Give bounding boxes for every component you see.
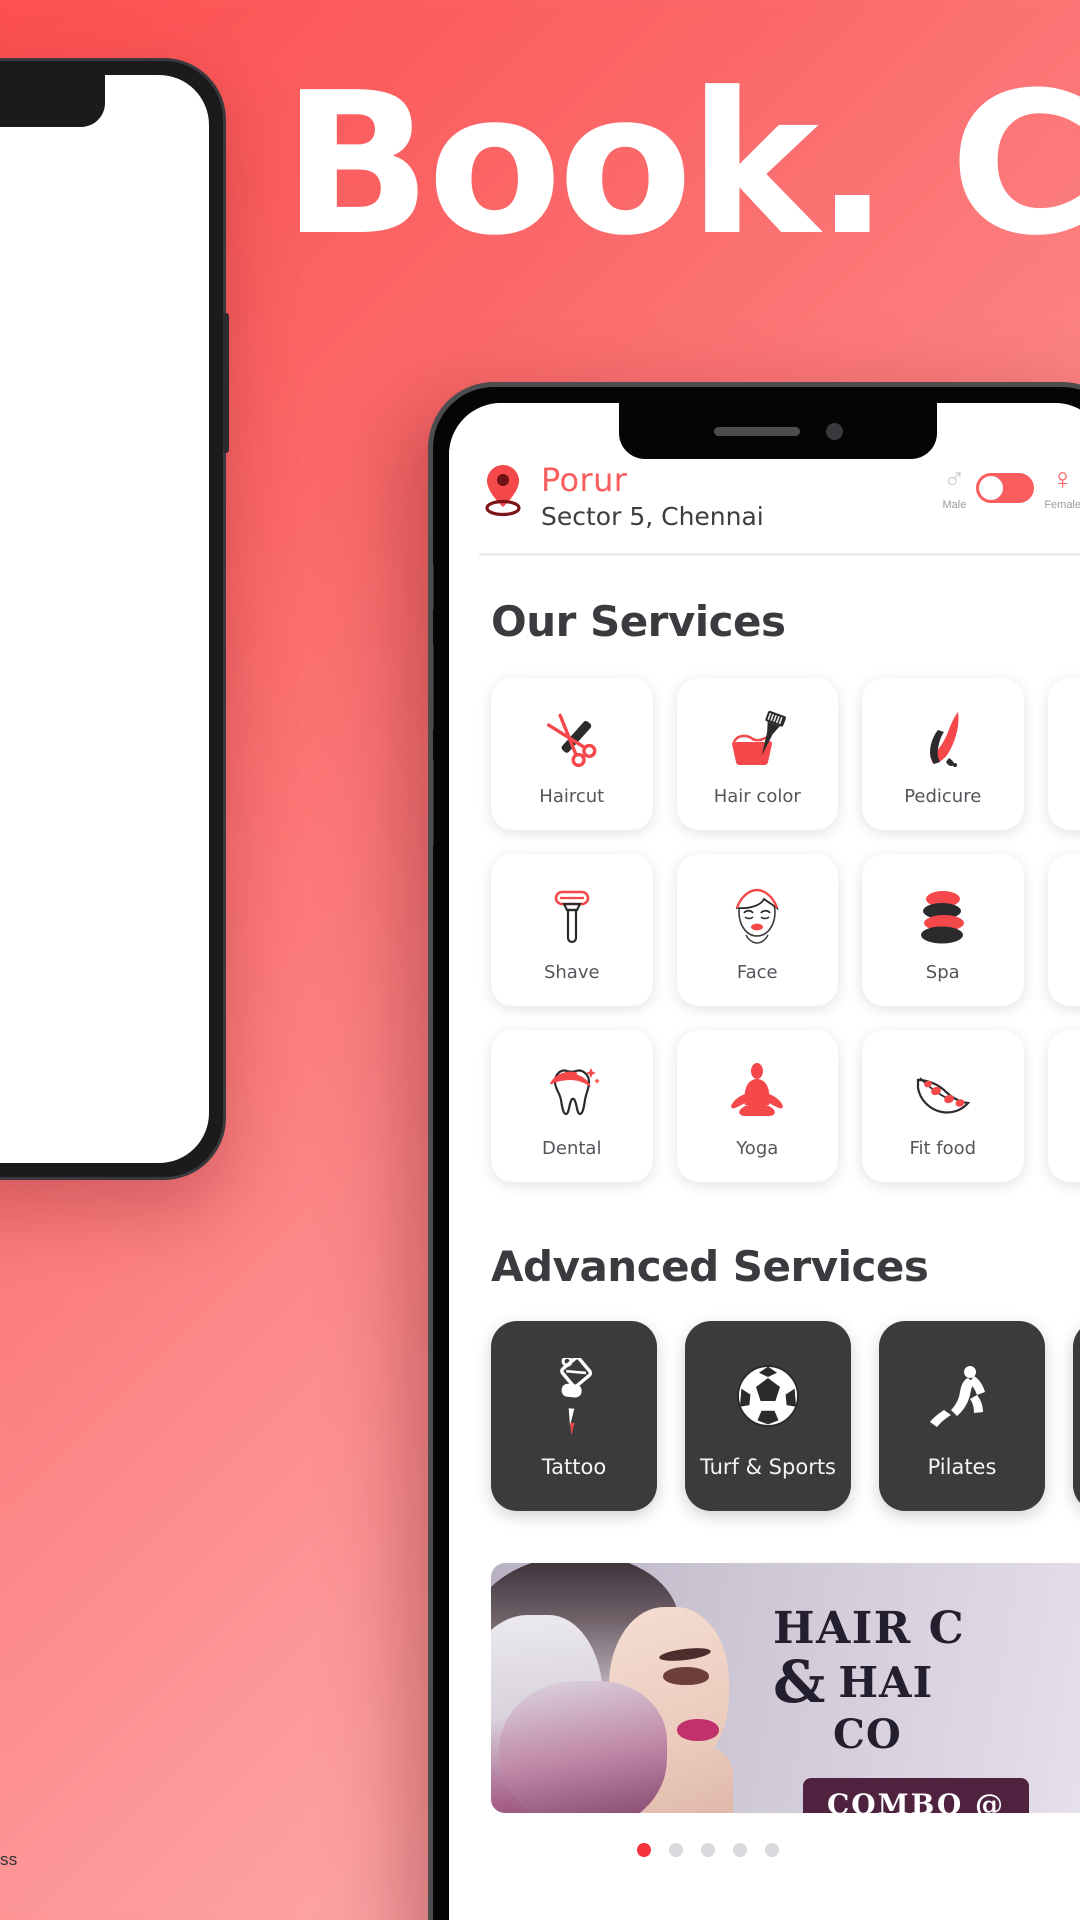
right-phone-notch (619, 403, 937, 459)
left-phone-mockup (0, 58, 229, 1180)
service-label: Hair color (713, 785, 801, 807)
right-phone-mute-switch (433, 563, 434, 611)
app-screen: Porur Sector 5, Chennai ♂ Male ♀ Female (449, 403, 1080, 1920)
service-label: Yoga (736, 1137, 779, 1159)
service-card-shave[interactable]: Shave (491, 854, 653, 1006)
promo-line-1: HAIR C (773, 1603, 966, 1654)
app-content: Our Services Haircut Hair color Pedicure… (449, 559, 1080, 1920)
advanced-card-partial[interactable] (1073, 1321, 1080, 1511)
earpiece-speaker (713, 426, 800, 436)
gender-option-female[interactable]: ♀ Female (1044, 463, 1080, 512)
carousel-dots (449, 1813, 1080, 1857)
advanced-label: Turf & Sports (699, 1455, 837, 1479)
gender-toggle[interactable]: ♂ Male ♀ Female (942, 455, 1080, 512)
service-card-partial-1[interactable] (1047, 678, 1080, 830)
carousel-dot-5[interactable] (765, 1843, 779, 1857)
razor-icon (537, 878, 607, 956)
service-label: Fit food (909, 1137, 977, 1159)
service-card-yoga[interactable]: Yoga (676, 1030, 838, 1182)
promo-banner-image (491, 1563, 761, 1813)
promo-line-2-text: HAI (838, 1658, 934, 1707)
male-symbol-icon: ♂ (943, 463, 966, 496)
promo-line-3: CO (833, 1711, 902, 1758)
left-phone-side-button (223, 313, 229, 453)
service-label: Face (736, 961, 778, 983)
right-phone-volume-down (433, 759, 434, 847)
header-divider (479, 553, 1080, 556)
advanced-card-pilates[interactable]: Pilates (879, 1321, 1045, 1511)
spa-stones-icon (908, 878, 978, 956)
gender-female-label: Female (1044, 499, 1080, 511)
service-label: Spa (925, 961, 960, 983)
location-pin-icon (485, 465, 521, 517)
gender-switch[interactable] (976, 473, 1035, 503)
soccer-ball-icon (730, 1353, 806, 1439)
nail-polish-foot-icon (908, 702, 978, 780)
service-card-haircut[interactable]: Haircut (491, 678, 653, 830)
promo-combo-pill: COMBO @ (803, 1778, 1029, 1813)
promo-ampersand: & (773, 1648, 827, 1717)
right-phone-volume-up (433, 643, 434, 731)
lotus-pose-icon (722, 1054, 792, 1132)
front-camera-icon (825, 422, 843, 440)
gender-switch-knob (979, 476, 1004, 500)
service-card-pedicure[interactable]: Pedicure (862, 678, 1024, 830)
advanced-card-turf-sports[interactable]: Turf & Sports (685, 1321, 851, 1511)
service-card-dental[interactable]: Dental (491, 1030, 653, 1182)
service-card-fit-food[interactable]: Fit food (862, 1030, 1024, 1182)
service-card-partial-2[interactable] (1047, 854, 1080, 1006)
service-label: Dental (542, 1137, 602, 1159)
left-phone-notch (0, 75, 105, 127)
carousel-dot-3[interactable] (701, 1843, 715, 1857)
pilates-figure-icon (924, 1353, 1000, 1439)
tooth-icon (537, 1054, 607, 1132)
advanced-services-title: Advanced Services (491, 1242, 929, 1291)
location-area: Sector 5, Chennai (541, 502, 764, 532)
female-symbol-icon: ♀ (1051, 463, 1074, 496)
service-card-face[interactable]: Face (676, 854, 838, 1006)
woman-face-icon (722, 878, 792, 956)
carousel-dot-4[interactable] (733, 1843, 747, 1857)
tattoo-machine-icon (536, 1353, 612, 1439)
advanced-services-grid: Tattoo Turf & Sports Pilates (449, 1291, 1080, 1511)
service-label: Haircut (539, 785, 605, 807)
advanced-card-tattoo[interactable]: Tattoo (491, 1321, 657, 1511)
left-phone-partial-text: ss (0, 1850, 18, 1869)
promo-banner[interactable]: HAIR C & HAI CO COMBO @ (491, 1563, 1080, 1813)
services-grid: Haircut Hair color Pedicure Shave Face S… (449, 646, 1080, 1182)
service-label: Pedicure (904, 785, 982, 807)
location-city: Porur (541, 461, 628, 499)
right-phone-mockup: Porur Sector 5, Chennai ♂ Male ♀ Female (428, 382, 1080, 1920)
service-card-spa[interactable]: Spa (862, 854, 1024, 1006)
comb-scissors-icon (537, 702, 607, 780)
our-services-title: Our Services (491, 597, 786, 646)
carousel-dot-1[interactable] (637, 1843, 651, 1857)
service-card-hair-color[interactable]: Hair color (676, 678, 838, 830)
promo-banner-copy: HAIR C & HAI CO COMBO @ (761, 1563, 1080, 1813)
promo-line-2: & HAI (773, 1648, 1080, 1717)
hero-headline: Book. C (282, 51, 1080, 279)
gender-option-male[interactable]: ♂ Male (942, 463, 967, 512)
healthy-food-bowl-icon (908, 1054, 978, 1132)
advanced-label: Tattoo (541, 1455, 607, 1479)
gender-male-label: Male (942, 499, 967, 511)
hair-dye-brush-bowl-icon (722, 702, 792, 780)
service-label: Shave (543, 961, 600, 983)
left-phone-screen (0, 75, 209, 1163)
advanced-label: Pilates (927, 1455, 997, 1479)
location-selector[interactable]: Porur Sector 5, Chennai (479, 455, 764, 532)
service-card-partial-3[interactable] (1047, 1030, 1080, 1182)
carousel-dot-2[interactable] (669, 1843, 683, 1857)
